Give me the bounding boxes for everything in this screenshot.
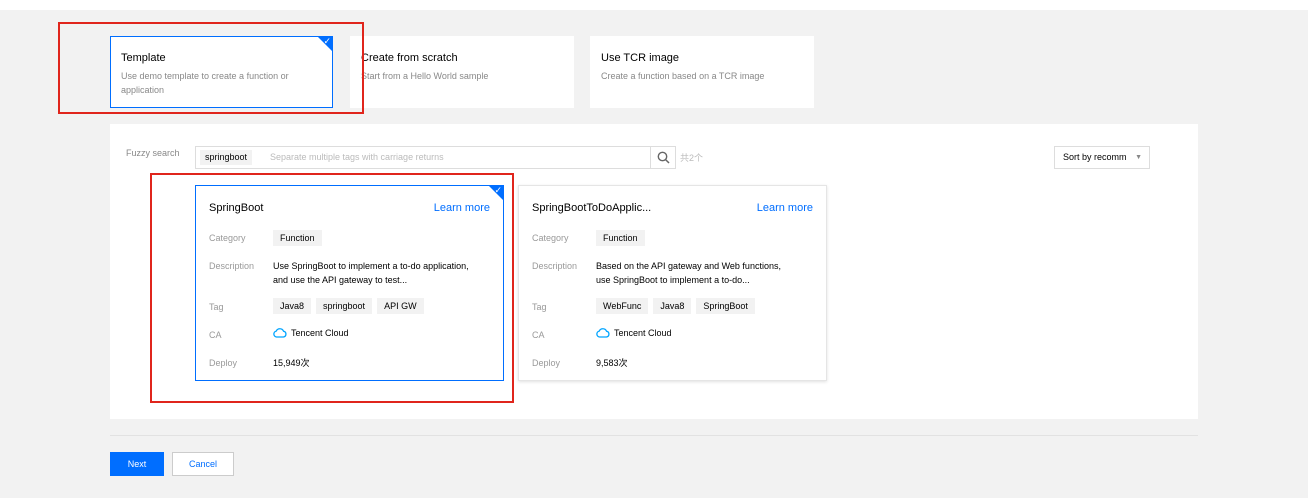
tag-pill: springboot xyxy=(316,298,373,314)
ca-name: Tencent Cloud xyxy=(291,328,349,338)
type-title: Create from scratch xyxy=(361,52,458,64)
tag-label: Tag xyxy=(532,302,547,312)
type-card-tcr-image[interactable]: Use TCR image Create a function based on… xyxy=(590,36,814,108)
result-count: 共2个 xyxy=(680,153,704,163)
ca-name: Tencent Cloud xyxy=(614,328,672,338)
caret-down-icon: ▼ xyxy=(1135,154,1142,161)
deploy-count: 9,583次 xyxy=(596,358,628,368)
search-icon xyxy=(657,151,670,164)
description-label: Description xyxy=(209,261,255,271)
category-value: Function xyxy=(273,230,327,246)
check-icon: ✓ xyxy=(494,185,502,195)
type-title: Template xyxy=(121,52,166,64)
search-tag[interactable]: springboot xyxy=(200,150,253,165)
top-bar xyxy=(0,0,1308,10)
tag-pill: WebFunc xyxy=(596,298,649,314)
tag-list: Java8 springboot API GW xyxy=(273,298,429,314)
search-button[interactable] xyxy=(650,147,675,168)
type-desc: Use demo template to create a function o… xyxy=(121,71,289,95)
description-value: Use SpringBoot to implement a to-do appl… xyxy=(273,261,469,285)
check-icon: ✓ xyxy=(323,36,331,46)
deploy-label: Deploy xyxy=(532,358,561,368)
next-button[interactable]: Next xyxy=(110,452,164,476)
type-desc: Start from a Hello World sample xyxy=(361,71,489,81)
type-title: Use TCR image xyxy=(601,52,680,64)
template-name: SpringBootToDoApplic... xyxy=(532,202,652,214)
tag-pill: Java8 xyxy=(653,298,692,314)
ca-label: CA xyxy=(532,330,545,340)
description-value: Based on the API gateway and Web functio… xyxy=(596,261,781,285)
deploy-count: 15,949次 xyxy=(273,358,310,368)
sort-dropdown[interactable]: Sort by recomm ▼ xyxy=(1054,146,1150,169)
cancel-button[interactable]: Cancel xyxy=(172,452,234,476)
fuzzy-search-label: Fuzzy search xyxy=(126,148,180,158)
tencent-cloud-icon xyxy=(273,328,287,338)
deploy-label: Deploy xyxy=(209,358,238,368)
type-card-scratch[interactable]: Create from scratch Start from a Hello W… xyxy=(350,36,574,108)
tag-pill: API GW xyxy=(377,298,424,314)
ca-value: Tencent Cloud xyxy=(273,328,349,338)
type-desc: Create a function based on a TCR image xyxy=(601,71,765,81)
template-card-springboot-todo[interactable]: SpringBootToDoApplic... Learn more Categ… xyxy=(518,185,827,381)
tencent-cloud-icon xyxy=(596,328,610,338)
description-label: Description xyxy=(532,261,578,271)
footer-divider xyxy=(110,435,1198,436)
category-pill: Function xyxy=(273,230,322,246)
tag-pill: SpringBoot xyxy=(696,298,755,314)
type-card-template[interactable]: Template Use demo template to create a f… xyxy=(110,36,333,108)
tag-list: WebFunc Java8 SpringBoot xyxy=(596,298,760,314)
search-input[interactable]: springboot Separate multiple tags with c… xyxy=(195,146,676,169)
category-value: Function xyxy=(596,230,650,246)
tag-pill: Java8 xyxy=(273,298,312,314)
search-placeholder: Separate multiple tags with carriage ret… xyxy=(270,152,444,162)
template-card-springboot[interactable]: SpringBoot Learn more ✓ Category Functio… xyxy=(195,185,504,381)
sort-selected: Sort by recomm xyxy=(1063,152,1127,162)
tag-label: Tag xyxy=(209,302,224,312)
category-label: Category xyxy=(209,233,246,243)
ca-label: CA xyxy=(209,330,222,340)
template-name: SpringBoot xyxy=(209,202,264,214)
learn-more-link[interactable]: Learn more xyxy=(434,202,490,214)
category-label: Category xyxy=(532,233,569,243)
category-pill: Function xyxy=(596,230,645,246)
learn-more-link[interactable]: Learn more xyxy=(757,202,813,214)
ca-value: Tencent Cloud xyxy=(596,328,672,338)
